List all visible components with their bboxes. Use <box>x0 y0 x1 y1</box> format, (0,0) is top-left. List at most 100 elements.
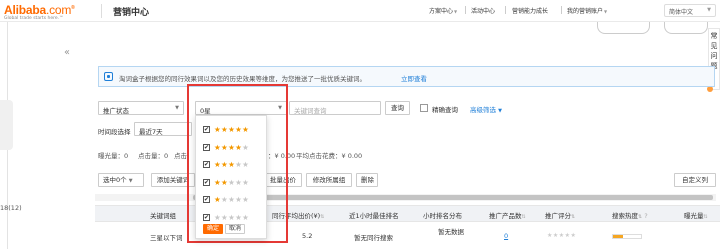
star-filled-icon: ★ <box>221 177 229 187</box>
exact-match-checkbox[interactable] <box>420 104 428 112</box>
header-divider <box>101 4 102 18</box>
col-exposure-label: 曝光量 <box>684 212 704 220</box>
nav-my-account[interactable]: 我的营销账户▼ <box>567 6 607 15</box>
sort-icon: ⇅ <box>521 214 526 220</box>
col-product-count[interactable]: 推广产品数⇅ <box>489 210 526 220</box>
help-icon: ? <box>642 212 648 220</box>
search-button[interactable]: 查询 <box>385 101 410 115</box>
status-select-value: 推广状态 <box>103 107 129 115</box>
chevron-down-icon: ▼ <box>454 9 458 14</box>
row-avg-bid: 5.2 <box>302 232 313 240</box>
star-empty-icon: ★ <box>214 212 222 222</box>
star-option-checkbox[interactable]: ✔ <box>203 213 210 221</box>
status-select[interactable]: 推广状态 ▼ <box>98 101 184 115</box>
sort-icon: ⇅ <box>703 214 708 220</box>
star-filled-icon: ★ <box>242 125 250 134</box>
language-value: 简体中文 <box>669 9 694 16</box>
sidebar-tab[interactable] <box>0 100 13 150</box>
chevron-down-icon: ▼ <box>175 105 179 111</box>
star-empty-icon: ★ <box>242 212 250 222</box>
search-heat-fill <box>613 235 623 238</box>
chevron-down-icon: ▼ <box>707 7 711 13</box>
top-right-button[interactable] <box>597 22 650 34</box>
language-select[interactable]: 简体中文 ▼ <box>664 4 716 17</box>
star-filled-icon: ★ <box>214 142 222 152</box>
keyword-search-placeholder: 关键词查询 <box>294 107 327 115</box>
col-rank-distribution: 小时排名分布 <box>423 212 462 220</box>
nav-activity-center[interactable]: 活动中心 <box>471 6 495 15</box>
stat-clicks: 点击量：0 <box>138 152 169 160</box>
star-level-dropdown: ✔ ★★★★★ ✔ ★★★★★ ✔ ★★★★★ ✔ ★★★★★ ✔ ★★★★★ ✔ ★★★★★ <box>195 115 267 239</box>
nav-solution-center-label: 方案中心 <box>429 8 454 15</box>
row-product-count[interactable]: 0 <box>504 232 508 240</box>
selection-dropdown[interactable]: 选中0个 ▼ <box>98 173 144 187</box>
star-rating-icon: ★★★★★ <box>214 124 249 135</box>
top-right-button-secondary[interactable] <box>664 22 708 34</box>
chevron-down-icon: ▼ <box>604 9 608 14</box>
star-option-checkbox[interactable]: ✔ <box>203 178 210 186</box>
col-rating-label: 推广评分 <box>545 212 571 220</box>
stat-click-rate: 点击 <box>174 152 187 160</box>
col-rating[interactable]: 推广评分⇅ <box>545 210 575 220</box>
star-rating-icon: ★★★★★ <box>214 212 249 223</box>
logo-main-text: Alibaba <box>4 3 46 17</box>
advanced-filter-label: 高级筛选 <box>470 106 496 114</box>
sidebar-count: 18(12) <box>0 204 22 212</box>
row-rating-stars: ★★★★★ <box>547 232 577 239</box>
row-best-rank: 暂无同行搜索 <box>354 234 393 242</box>
double-chevron-left-icon[interactable]: ‹‹ <box>64 47 70 58</box>
dropdown-ok-button[interactable]: 确定 <box>203 224 223 234</box>
nav-marketing-growth-label: 营销能力成长 <box>512 8 549 15</box>
star-filled-icon: ★ <box>214 125 222 134</box>
nav-separator <box>465 6 466 14</box>
star-filled-icon: ★ <box>221 142 229 152</box>
page-title: 营销中心 <box>113 8 150 18</box>
dropdown-cancel-button[interactable]: 取消 <box>225 224 245 234</box>
star-filled-icon: ★ <box>214 195 222 204</box>
star-rating-icon: ★★★★★ <box>214 159 249 170</box>
alibaba-logo[interactable]: Alibaba.com® Global trade starts here.™ <box>4 2 75 22</box>
modify-group-button[interactable]: 修改所属组 <box>306 173 352 187</box>
advanced-filter-link[interactable]: 高级筛选 ▼ <box>470 104 502 114</box>
banner-link[interactable]: 立即查看 <box>401 73 427 83</box>
star-filled-icon: ★ <box>214 177 222 187</box>
star-empty-icon: ★ <box>242 195 250 204</box>
row-rank-distribution: 暂无数据 <box>438 228 464 236</box>
stat-exposure: 曝光量：0 <box>98 152 129 160</box>
nav-marketing-growth[interactable]: 营销能力成长 <box>512 6 548 15</box>
col-exposure[interactable]: 曝光量⇅ <box>684 210 708 220</box>
row-keyword-group[interactable]: 三星以下词 <box>150 232 183 242</box>
selection-label: 选中0个 <box>103 176 127 184</box>
star-option-checkbox[interactable]: ✔ <box>203 126 210 133</box>
star-rating-icon: ★★★★★ <box>214 177 249 188</box>
col-keyword-group: 关键词组 <box>150 212 176 220</box>
col-best-rank: 近1小时最佳排名 <box>349 212 399 220</box>
star-filled-icon: ★ <box>221 160 229 169</box>
custom-columns-button[interactable]: 自定义列 <box>674 173 716 187</box>
star-option-checkbox[interactable]: ✔ <box>203 196 210 203</box>
banner-text: 淘词盒子根据您的同行效果词以及您的历史效果等维度，为您推送了一批优质关键词。 <box>119 75 366 83</box>
star-option-checkbox[interactable]: ✔ <box>203 161 210 168</box>
time-range-label: 时间段选择 <box>98 128 131 136</box>
faq-label: 常见问题 <box>710 32 718 70</box>
delete-button[interactable]: 删除 <box>356 173 378 187</box>
info-box-icon <box>104 72 113 81</box>
star-empty-icon: ★ <box>221 212 229 222</box>
col-search-heat[interactable]: 搜索热度⇅ ? <box>612 210 648 220</box>
time-range-select[interactable]: 最近7天 <box>134 122 192 136</box>
time-range-value: 最近7天 <box>139 128 163 136</box>
search-heat-bar <box>612 234 642 239</box>
stat-avg-cost: 平均点击花费：¥ 0.00 <box>296 152 363 160</box>
logo-suffix: .com <box>45 3 72 17</box>
nav-separator <box>561 6 562 14</box>
sort-icon: ⇅ <box>571 214 576 220</box>
keyword-search-input[interactable]: 关键词查询 <box>289 101 381 115</box>
star-filled-icon: ★ <box>221 125 229 134</box>
star-option-checkbox[interactable]: ✔ <box>203 143 210 151</box>
star-empty-icon: ★ <box>242 142 250 152</box>
star-rating-icon: ★★★★★ <box>214 142 249 153</box>
star-filled-icon: ★ <box>214 160 222 169</box>
nav-solution-center[interactable]: 方案中心▼ <box>429 6 457 15</box>
star-empty-icon: ★ <box>221 195 229 204</box>
nav-activity-center-label: 活动中心 <box>471 8 496 15</box>
